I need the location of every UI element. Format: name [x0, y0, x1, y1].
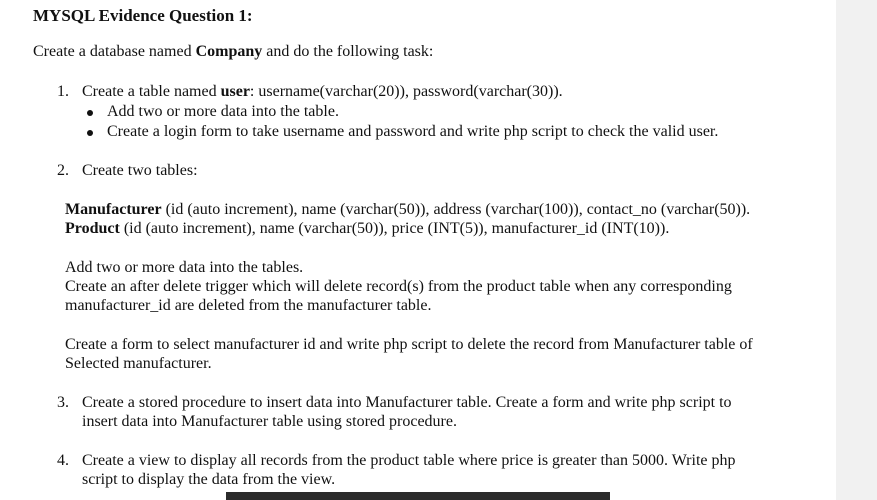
item-3-line2: insert data into Manufacturer table usin… [82, 413, 457, 430]
item-2-para1-line3: manufacturer_id are deleted from the man… [65, 297, 432, 314]
item-4-line2: script to display the data from the view… [82, 471, 336, 488]
item-2-para1-line1: Add two or more data into the tables. [65, 259, 304, 276]
side-gutter [836, 0, 877, 500]
document-page: MYSQL Evidence Question 1: Create a data… [0, 0, 836, 500]
item-1-text: Create a table named user: username(varc… [82, 83, 563, 100]
item-2-number: 2. [57, 162, 69, 179]
bullet-icon [87, 130, 93, 136]
document-heading: MYSQL Evidence Question 1: [33, 6, 253, 25]
manufacturer-table-definition: Manufacturer (id (auto increment), name … [65, 201, 751, 218]
bullet-icon [87, 110, 93, 116]
intro-prefix: Create a database named [33, 43, 196, 60]
item-2-para2-line1: Create a form to select manufacturer id … [65, 336, 753, 353]
item-2-text: Create two tables: [82, 162, 198, 179]
intro-text: Create a database named Company and do t… [33, 43, 433, 61]
item-4-line1: Create a view to display all records fro… [82, 452, 736, 469]
database-name: Company [195, 43, 263, 60]
item-3-number: 3. [57, 394, 69, 411]
item-2-para1-line2: Create an after delete trigger which wil… [65, 278, 732, 295]
product-table-definition: Product (id (auto increment), name (varc… [65, 220, 670, 237]
user-table-name: user [220, 83, 250, 100]
item-2-para2-line2: Selected manufacturer. [65, 355, 212, 372]
item-1-bullet-1: Add two or more data into the table. [107, 103, 339, 120]
item-4-number: 4. [57, 452, 69, 469]
bottom-overlay-bar [226, 492, 610, 500]
item-3-line1: Create a stored procedure to insert data… [82, 394, 732, 411]
product-label: Product [65, 220, 120, 237]
item-1-number: 1. [57, 83, 69, 100]
intro-suffix: and do the following task: [262, 43, 434, 60]
manufacturer-label: Manufacturer [65, 201, 162, 218]
item-1-bullet-2: Create a login form to take username and… [107, 123, 719, 140]
